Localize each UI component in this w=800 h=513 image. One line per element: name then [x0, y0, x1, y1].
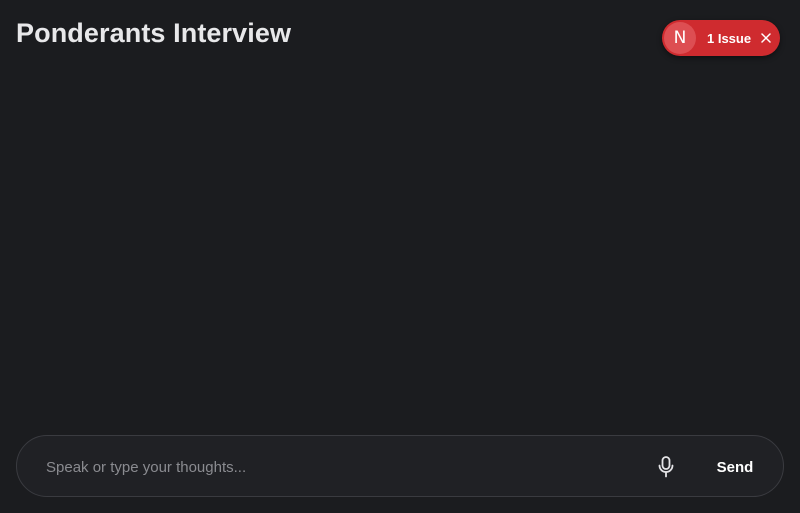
page: Ponderants Interview N 1 Issue Send [0, 0, 800, 513]
send-button[interactable]: Send [707, 454, 763, 480]
issues-count-label[interactable]: 1 Issue [707, 31, 751, 46]
message-composer: Send [16, 435, 784, 497]
close-icon[interactable] [759, 31, 773, 45]
microphone-icon[interactable] [653, 454, 679, 480]
message-input[interactable] [46, 452, 606, 482]
issues-badge[interactable]: N 1 Issue [662, 20, 780, 56]
nextjs-logo-icon[interactable]: N [664, 22, 696, 54]
page-title: Ponderants Interview [16, 18, 292, 48]
